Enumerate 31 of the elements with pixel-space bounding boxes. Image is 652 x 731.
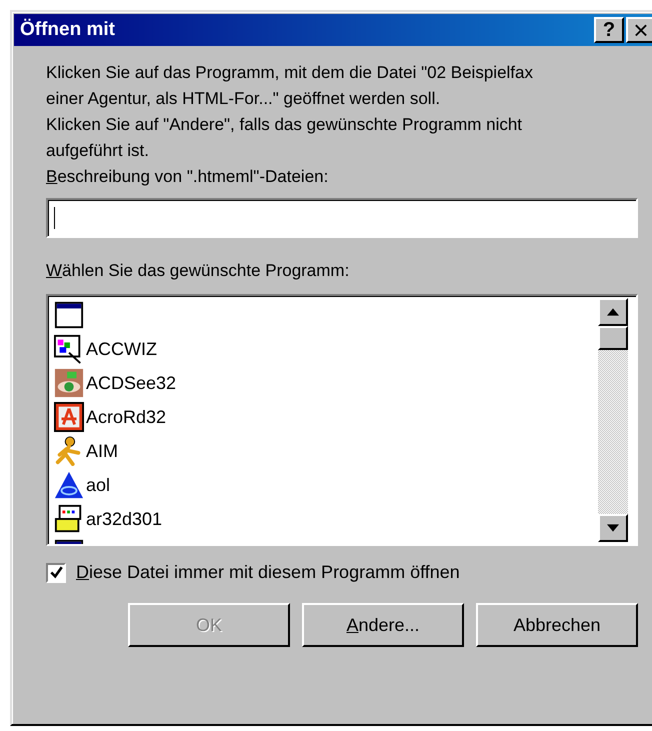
down-arrow-icon: [607, 524, 619, 532]
window-icon[interactable]: [54, 300, 84, 330]
instruction-text: Klicken Sie auf "Andere", falls das gewünschte Programm nicht aufgeführt ist.: [46, 114, 524, 162]
scroll-thumb[interactable]: [598, 326, 628, 350]
program-list[interactable]: ACCWIZ ACDSee32 AcroRd32 AIM aol ar32d301: [46, 294, 638, 546]
checkbox[interactable]: [46, 562, 66, 582]
close-button[interactable]: ×: [626, 17, 652, 43]
help-button[interactable]: ?: [594, 17, 624, 43]
window-title: Öffnen mit: [20, 19, 115, 41]
program-name[interactable]: AIM: [86, 440, 118, 462]
program-name[interactable]: AcroRd32: [86, 406, 166, 428]
program-name[interactable]: ACCWIZ: [86, 338, 157, 360]
other-button[interactable]: Andere...: [302, 603, 464, 647]
instruction-text: Klicken Sie auf das Programm, mit dem die Datei "02 Beispielfax einer Agentur, als HTML-For..." geöffnet werden soll.: [46, 62, 534, 110]
description-field[interactable]: [46, 198, 638, 238]
scroll-up-button[interactable]: [598, 298, 628, 326]
checkbox-label[interactable]: Diese Datei immer mit diesem Programm öffnen: [76, 562, 460, 583]
scrollbar[interactable]: [598, 298, 628, 542]
program-name[interactable]: ar32d301: [86, 508, 162, 530]
up-arrow-icon: [607, 308, 619, 316]
scroll-down-button[interactable]: [598, 514, 628, 542]
eye-icon[interactable]: [54, 368, 84, 398]
program-name[interactable]: ACDSee32: [86, 372, 176, 394]
check-icon: [50, 566, 62, 579]
program-list-label: Wählen Sie das gewünschte Programm:: [46, 260, 350, 282]
monitor-icon[interactable]: [54, 334, 84, 364]
program-name[interactable]: aol: [86, 474, 110, 496]
cancel-button[interactable]: Abbrechen: [476, 603, 638, 647]
triangle-icon[interactable]: [54, 470, 84, 500]
description-label: Beschreibung von ".htmeml"-Dateien:: [46, 166, 330, 188]
printer-icon[interactable]: [54, 504, 84, 534]
